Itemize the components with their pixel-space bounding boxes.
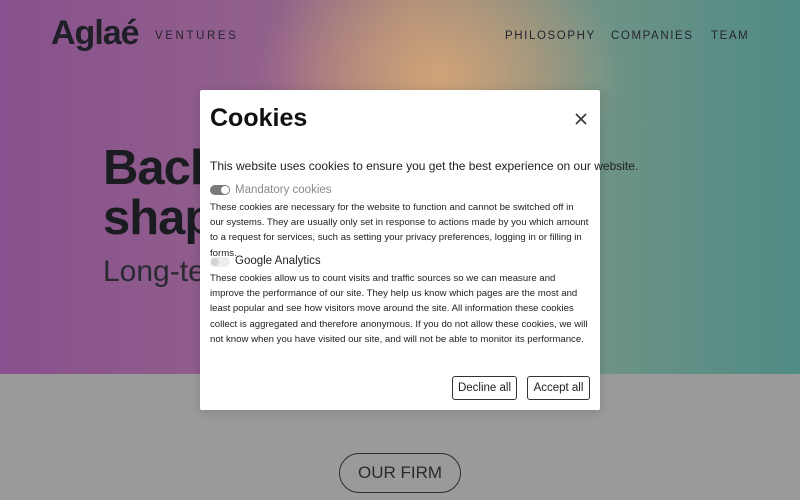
decline-all-button[interactable]: Decline all <box>452 376 517 400</box>
cookie-dialog: Cookies This website uses cookies to ens… <box>200 90 638 410</box>
dialog-title: Cookies <box>210 104 308 132</box>
toggle-knob <box>221 186 229 194</box>
brand-subtitle: VENTURES <box>155 30 239 42</box>
google-analytics-description: These cookies allow us to count visits a… <box>210 273 588 345</box>
mandatory-cookies-toggle[interactable] <box>210 185 230 195</box>
brand-logo[interactable]: Aglaé <box>51 14 140 53</box>
dialog-intro: This website uses cookies to ensure you … <box>210 159 639 173</box>
nav-companies[interactable]: COMPANIES <box>611 30 694 42</box>
toggle-knob <box>211 258 219 266</box>
mandatory-cookies-label: Mandatory cookies <box>235 184 332 196</box>
our-firm-button[interactable]: OUR FIRM <box>339 453 461 493</box>
hero-subline: Long-te <box>103 255 205 288</box>
accept-all-button[interactable]: Accept all <box>527 376 590 400</box>
google-analytics-label: Google Analytics <box>235 255 321 267</box>
mandatory-cookies-description: These cookies are necessary for the webs… <box>210 202 589 259</box>
nav-team[interactable]: TEAM <box>711 30 749 42</box>
google-analytics-toggle[interactable] <box>210 257 230 267</box>
nav-philosophy[interactable]: PHILOSOPHY <box>505 30 596 42</box>
close-icon[interactable] <box>574 112 588 126</box>
